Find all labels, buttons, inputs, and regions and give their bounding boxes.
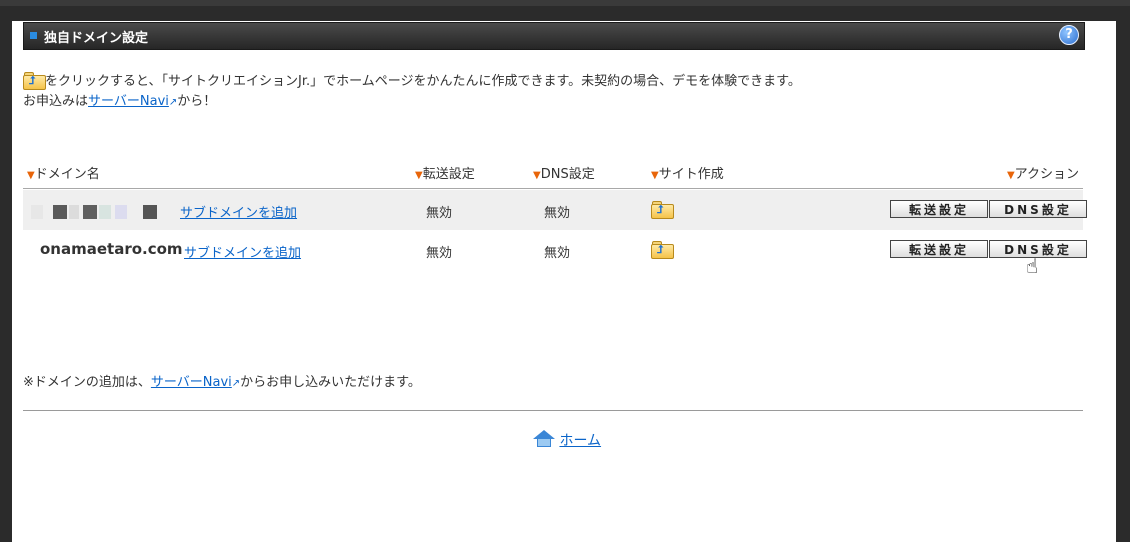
header-action: ▼アクション xyxy=(1006,167,1079,182)
title-square-icon xyxy=(30,32,37,39)
home-icon[interactable] xyxy=(533,430,555,448)
intro-line2-prefix: お申込みは xyxy=(23,94,89,109)
blurred-domain xyxy=(99,205,111,219)
sort-triangle-icon: ▼ xyxy=(651,170,659,181)
note-suffix: からお申し込みいただけます。 xyxy=(240,375,421,390)
divider xyxy=(23,410,1083,411)
add-subdomain-link[interactable]: サブドメインを追加 xyxy=(180,202,297,221)
help-icon[interactable]: ? xyxy=(1059,25,1079,45)
intro-text: ⮥ をクリックすると、「サイトクリエイションJr.」でホームページをかんたんに作成… xyxy=(23,72,801,113)
site-create-folder-icon[interactable]: ⮥ xyxy=(651,201,674,219)
server-navi-link[interactable]: サーバーNavi xyxy=(88,94,169,109)
table-row: onamaetaro.com サブドメインを追加 無効 無効 ⮥ 転送設定 DN… xyxy=(23,230,1087,270)
site-create-folder-icon[interactable]: ⮥ xyxy=(651,241,674,259)
home-link[interactable]: ホーム xyxy=(559,433,601,449)
server-navi-link[interactable]: サーバーNavi xyxy=(151,375,232,390)
external-link-icon: ↗ xyxy=(231,378,241,389)
domain-table-header: ▼ドメイン名 ▼転送設定 ▼DNS設定 ▼サイト作成 ▼アクション xyxy=(23,160,1083,189)
footnote: ※ドメインの追加は、サーバーNavi↗からお申し込みいただけます。 xyxy=(23,371,421,390)
sort-triangle-icon: ▼ xyxy=(1006,170,1015,181)
header-domain: ▼ドメイン名 xyxy=(27,167,100,182)
table-row: サブドメインを追加 無効 無効 ⮥ 転送設定 DNS設定 xyxy=(23,190,1087,230)
header-site: ▼サイト作成 xyxy=(651,167,724,182)
domain-name: onamaetaro.com xyxy=(40,240,183,258)
sort-triangle-icon: ▼ xyxy=(533,170,541,181)
blurred-domain xyxy=(143,205,157,219)
hand-cursor-icon: ☝ xyxy=(1026,254,1039,278)
intro-line1: をクリックすると、「サイトクリエイションJr.」でホームページをかんたんに作成で… xyxy=(45,74,801,89)
note-prefix: ※ドメインの追加は、 xyxy=(23,375,151,390)
sort-triangle-icon: ▼ xyxy=(415,170,423,181)
blurred-domain xyxy=(53,205,67,219)
header-dns: ▼DNS設定 xyxy=(533,167,595,182)
forward-settings-button[interactable]: 転送設定 xyxy=(890,240,988,258)
forward-settings-button[interactable]: 転送設定 xyxy=(890,200,988,218)
sort-triangle-icon: ▼ xyxy=(27,170,35,181)
blurred-domain xyxy=(69,205,79,219)
site-create-folder-icon: ⮥ xyxy=(23,72,46,90)
home-nav[interactable]: ホーム xyxy=(533,430,601,450)
dns-status: 無効 xyxy=(544,206,571,221)
blurred-domain xyxy=(115,205,127,219)
dns-settings-button[interactable]: DNS設定 xyxy=(989,200,1087,218)
panel-header: 独自ドメイン設定 ? xyxy=(23,22,1085,50)
top-frame-bar xyxy=(0,0,1130,6)
blurred-domain xyxy=(31,205,43,219)
blurred-domain xyxy=(83,205,97,219)
page-title: 独自ドメイン設定 xyxy=(44,31,149,46)
intro-line2-suffix: から！ xyxy=(177,94,217,109)
header-forward: ▼転送設定 xyxy=(415,167,475,182)
add-subdomain-link[interactable]: サブドメインを追加 xyxy=(184,242,301,261)
dns-status: 無効 xyxy=(544,246,571,261)
forward-status: 無効 xyxy=(426,246,453,261)
forward-status: 無効 xyxy=(426,206,453,221)
